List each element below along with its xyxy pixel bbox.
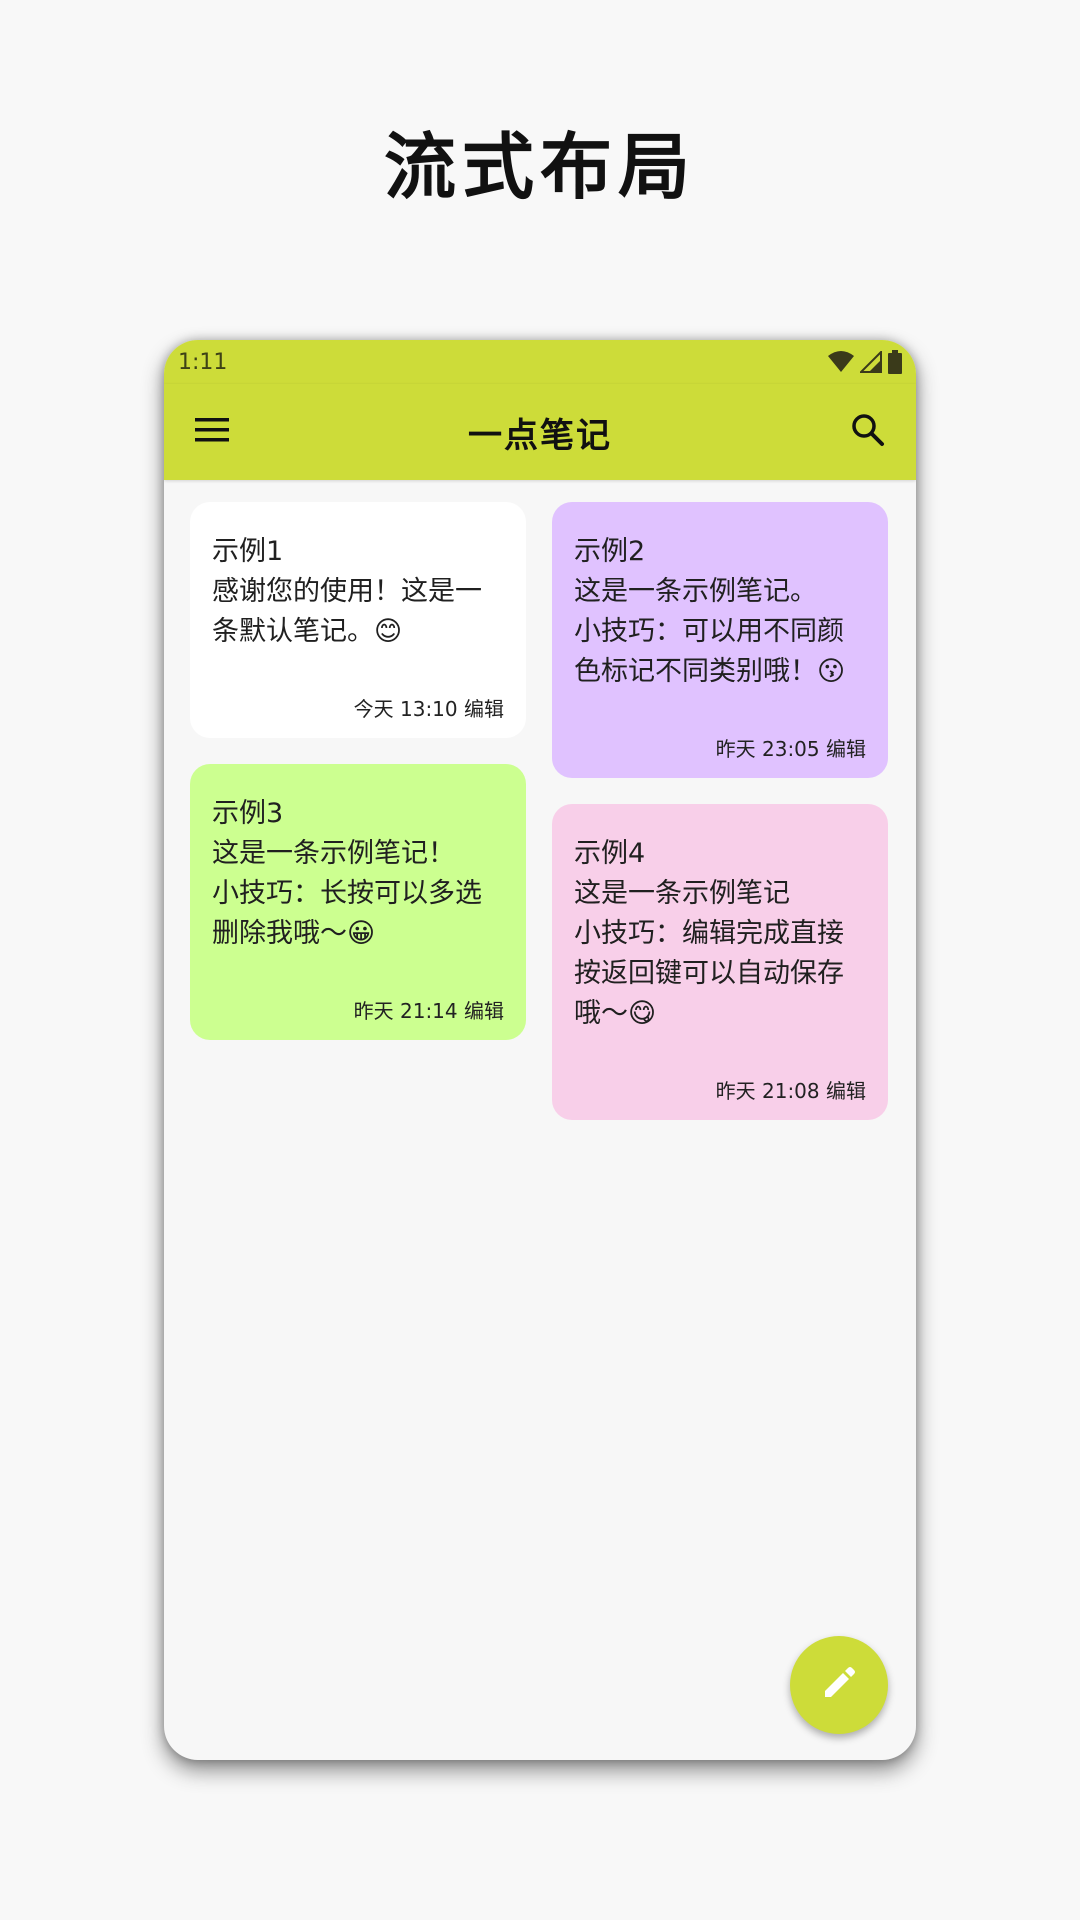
menu-button[interactable]	[192, 412, 232, 452]
status-icons	[828, 350, 902, 374]
status-bar: 1:11	[164, 340, 916, 384]
wifi-icon	[828, 351, 854, 373]
note-card[interactable]: 示例3 这是一条示例笔记！ 小技巧：长按可以多选 删除我哦～😀 昨天 21:14…	[190, 764, 526, 1040]
note-title: 示例3	[212, 798, 284, 829]
app-bar: 一点笔记	[164, 384, 916, 480]
note-edit-time: 昨天 21:14 编辑	[353, 999, 504, 1023]
app-title: 一点笔记	[468, 415, 612, 456]
search-button[interactable]	[848, 412, 888, 452]
note-body: 这是一条示例笔记。 小技巧：可以用不同颜 色标记不同类别哦！😗	[574, 576, 846, 687]
note-title: 示例2	[574, 536, 646, 567]
battery-icon	[888, 350, 902, 374]
note-edit-time: 昨天 23:05 编辑	[715, 737, 866, 761]
note-card[interactable]: 示例2 这是一条示例笔记。 小技巧：可以用不同颜 色标记不同类别哦！😗 昨天 2…	[552, 502, 888, 778]
note-title: 示例1	[212, 536, 284, 567]
note-title: 示例4	[574, 838, 646, 869]
note-card[interactable]: 示例1 感谢您的使用！这是一 条默认笔记。😊 今天 13:10 编辑	[190, 502, 526, 738]
promo-title: 流式布局	[383, 125, 696, 209]
menu-icon	[195, 417, 229, 447]
new-note-button[interactable]	[790, 1636, 888, 1734]
note-body: 这是一条示例笔记 小技巧：编辑完成直接 按返回键可以自动保存 哦～😋	[574, 878, 844, 1029]
search-icon	[851, 413, 885, 451]
note-body: 感谢您的使用！这是一 条默认笔记。😊	[212, 576, 482, 647]
promo-page: 流式布局 1:11 一点笔记 示例1 感谢您的使用！这是一 条默认笔记。😊 今天…	[0, 0, 1080, 1920]
notes-grid: 示例1 感谢您的使用！这是一 条默认笔记。😊 今天 13:10 编辑 示例2 这…	[164, 480, 916, 1760]
note-card[interactable]: 示例4 这是一条示例笔记 小技巧：编辑完成直接 按返回键可以自动保存 哦～😋 昨…	[552, 804, 888, 1120]
signal-icon	[860, 351, 882, 373]
phone-screen: 1:11 一点笔记 示例1 感谢您的使用！这是一 条默认笔记。😊 今天 13:1…	[164, 340, 916, 1760]
status-time: 1:11	[178, 349, 228, 375]
edit-icon	[821, 1665, 857, 1705]
note-edit-time: 昨天 21:08 编辑	[715, 1079, 866, 1103]
note-body: 这是一条示例笔记！ 小技巧：长按可以多选 删除我哦～😀	[212, 838, 482, 949]
note-edit-time: 今天 13:10 编辑	[353, 697, 504, 721]
